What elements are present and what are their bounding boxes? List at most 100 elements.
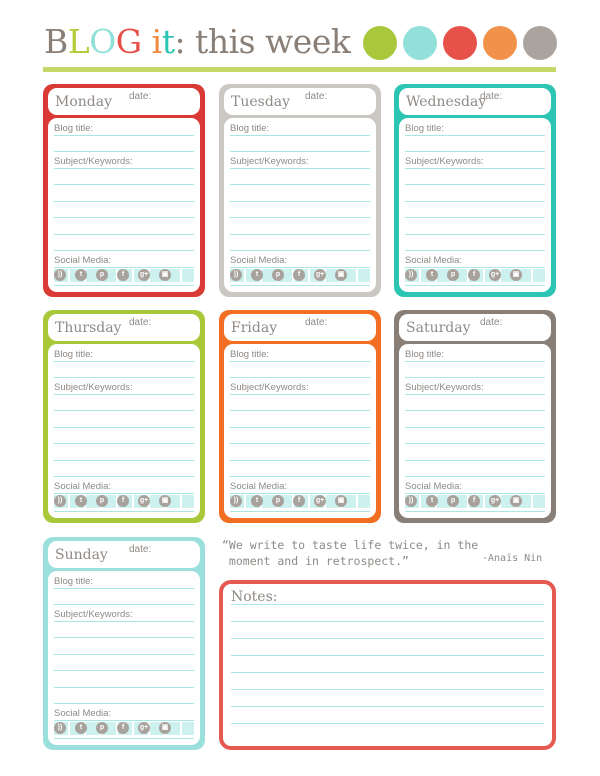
write-line[interactable] — [230, 461, 370, 477]
write-line[interactable] — [54, 688, 194, 704]
day-body: Blog title: Subject/Keywords: Social Media… — [224, 118, 376, 292]
write-line[interactable] — [54, 638, 194, 655]
write-line[interactable]: Social Media: — [405, 477, 545, 494]
write-line[interactable] — [230, 169, 370, 185]
write-line[interactable] — [54, 362, 194, 378]
write-line[interactable] — [54, 622, 194, 638]
write-line[interactable] — [54, 655, 194, 671]
notes-line[interactable]: Notes: — [231, 588, 544, 605]
day-body: Blog title: Subject/Keywords: Social Media… — [224, 344, 376, 518]
write-line[interactable]: Subject/Keywords: — [230, 152, 370, 169]
write-line[interactable]: Blog title: — [230, 119, 370, 136]
day-card-friday: Friday date: Blog title: Subject/Keywords:… — [219, 310, 381, 523]
facebook-icon: f — [117, 722, 129, 734]
day-card-wednesday: Wednesday date: Blog title: Subject/Keywor… — [394, 84, 556, 297]
write-line[interactable] — [405, 362, 545, 378]
write-line[interactable] — [54, 411, 194, 428]
write-line[interactable] — [54, 444, 194, 461]
write-line[interactable]: Subject/Keywords: — [54, 605, 194, 622]
write-line[interactable] — [405, 411, 545, 428]
write-line[interactable]: Social Media: — [405, 251, 545, 268]
blog-title-label: Blog title: — [54, 123, 94, 134]
write-line[interactable]: Subject/Keywords: — [405, 152, 545, 169]
pinterest-icon: p — [447, 495, 459, 507]
write-line[interactable]: Blog title: — [405, 119, 545, 136]
color-dots — [363, 26, 557, 60]
color-dot — [443, 26, 477, 60]
write-line[interactable]: Subject/Keywords: — [405, 378, 545, 395]
color-dot — [363, 26, 397, 60]
write-line[interactable] — [230, 235, 370, 251]
write-line[interactable] — [54, 218, 194, 235]
write-line[interactable] — [230, 428, 370, 444]
write-line[interactable]: Blog title: — [54, 572, 194, 589]
subject-label: Subject/Keywords: — [405, 382, 484, 393]
write-line[interactable]: Blog title: — [54, 345, 194, 362]
write-line[interactable] — [54, 461, 194, 477]
blog-title-label: Blog title: — [230, 349, 270, 360]
write-line[interactable] — [54, 589, 194, 605]
write-line[interactable]: Blog title: — [54, 119, 194, 136]
twitter-icon: t — [251, 269, 263, 281]
write-line[interactable] — [230, 185, 370, 202]
google-plus-icon: g+ — [138, 269, 150, 281]
facebook-icon: f — [293, 269, 305, 281]
write-line[interactable] — [54, 136, 194, 152]
write-line[interactable]: Social Media: — [54, 251, 194, 268]
write-line[interactable]: Blog title: — [230, 345, 370, 362]
write-line[interactable] — [230, 202, 370, 218]
write-line[interactable] — [230, 362, 370, 378]
write-line[interactable] — [405, 444, 545, 461]
write-line[interactable] — [405, 202, 545, 218]
write-line[interactable]: Social Media: — [54, 477, 194, 494]
write-line[interactable] — [54, 395, 194, 411]
write-line[interactable] — [405, 218, 545, 235]
rss-icon: )) — [54, 269, 66, 281]
write-line[interactable] — [405, 395, 545, 411]
write-line[interactable] — [405, 461, 545, 477]
write-line[interactable] — [230, 444, 370, 461]
notes-line[interactable] — [231, 639, 544, 656]
notes-line[interactable] — [231, 690, 544, 707]
write-line[interactable] — [54, 235, 194, 251]
notes-line[interactable] — [231, 673, 544, 690]
day-header: Thursday date: — [48, 314, 200, 341]
write-line[interactable] — [230, 411, 370, 428]
write-line[interactable] — [54, 202, 194, 218]
write-line[interactable]: Subject/Keywords: — [54, 378, 194, 395]
pinterest-icon: p — [272, 495, 284, 507]
day-header: Wednesday date: — [399, 88, 551, 115]
write-line[interactable] — [405, 136, 545, 152]
write-line[interactable] — [230, 395, 370, 411]
notes-line[interactable] — [231, 707, 544, 724]
write-line[interactable]: Subject/Keywords: — [54, 152, 194, 169]
twitter-icon: t — [75, 269, 87, 281]
google-plus-icon: g+ — [314, 495, 326, 507]
day-card-tuesday: Tuesday date: Blog title: Subject/Keywords… — [219, 84, 381, 297]
notes-box[interactable]: Notes: — [219, 580, 556, 750]
write-line[interactable]: Social Media: — [230, 251, 370, 268]
notes-line[interactable] — [231, 656, 544, 673]
write-line[interactable] — [405, 235, 545, 251]
write-line[interactable]: Subject/Keywords: — [230, 378, 370, 395]
write-line[interactable] — [230, 136, 370, 152]
write-line[interactable] — [405, 428, 545, 444]
write-line[interactable] — [405, 185, 545, 202]
write-line[interactable] — [54, 185, 194, 202]
write-line[interactable]: Social Media: — [230, 477, 370, 494]
notes-line[interactable] — [231, 605, 544, 622]
pinterest-icon: p — [447, 269, 459, 281]
write-line[interactable] — [54, 671, 194, 688]
day-card-saturday: Saturday date: Blog title: Subject/Keyword… — [394, 310, 556, 523]
write-line[interactable] — [405, 169, 545, 185]
write-line[interactable] — [54, 169, 194, 185]
write-line[interactable]: Social Media: — [54, 704, 194, 721]
write-line[interactable] — [54, 428, 194, 444]
blog-title-label: Blog title: — [405, 349, 445, 360]
social-row: )) t p f g+ ▣ — [405, 494, 545, 512]
facebook-icon: f — [468, 495, 480, 507]
rss-icon: )) — [54, 495, 66, 507]
write-line[interactable] — [230, 218, 370, 235]
write-line[interactable]: Blog title: — [405, 345, 545, 362]
notes-line[interactable] — [231, 622, 544, 639]
